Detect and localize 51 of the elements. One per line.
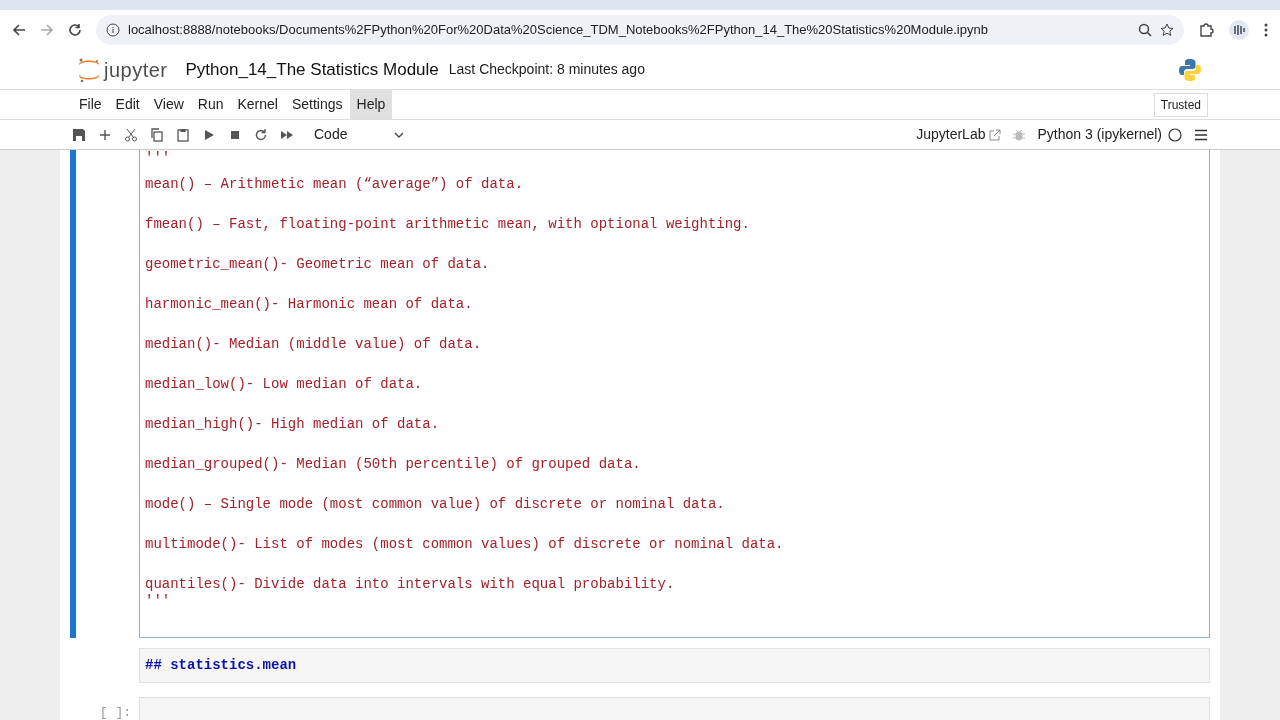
save-button[interactable] — [72, 127, 86, 142]
markdown-heading: ## statistics.mean — [139, 648, 1210, 683]
menu-item[interactable]: Run — [190, 90, 231, 119]
bug-icon — [1013, 128, 1026, 141]
add-button[interactable] — [98, 127, 112, 142]
menu-item[interactable]: View — [146, 90, 191, 119]
code-line: mode() – Single mode (most common value) of discrete or nominal data. — [145, 496, 726, 512]
puzzle-icon[interactable] — [1198, 22, 1214, 38]
run-button[interactable] — [202, 127, 216, 142]
cell-prompt: [ ]: — [99, 705, 131, 720]
menu-item[interactable]: Edit — [108, 90, 147, 119]
cell-type-dropdown[interactable]: Code — [314, 124, 404, 145]
menu-icon[interactable] — [1194, 128, 1208, 141]
kernel-status-icon — [1168, 127, 1182, 142]
menu-item[interactable]: File — [72, 90, 109, 119]
code-line: geometric_mean()- Geometric mean of data. — [145, 256, 491, 272]
more-icon[interactable] — [1264, 22, 1268, 38]
checkpoint-status: Last Checkpoint: 8 minutes ago — [448, 60, 645, 79]
reload-icon[interactable] — [68, 23, 82, 37]
code-line: median_high()- High median of data. — [145, 416, 441, 432]
code-line: median_grouped()- Median (50th percentile) of grouped data. — [145, 456, 642, 472]
code-line: median_low()- Low median of data. — [145, 376, 424, 392]
menu-item[interactable]: Settings — [284, 90, 350, 119]
paste-button[interactable] — [176, 127, 190, 142]
trusted-indicator[interactable]: Trusted — [1153, 92, 1208, 117]
caret-icon — [394, 131, 404, 138]
restart-button[interactable] — [254, 127, 268, 142]
notebook-title[interactable]: Python_14_The Statistics Module — [185, 56, 439, 83]
info-icon — [106, 23, 120, 37]
cut-button[interactable] — [124, 127, 138, 142]
code-line: ''' — [145, 593, 172, 609]
menu-item[interactable]: Kernel — [230, 90, 285, 119]
code-line: quantiles()- Divide data into intervals with equal probability. — [145, 576, 676, 592]
star-icon[interactable] — [1160, 23, 1174, 37]
profile-icon[interactable] — [1228, 19, 1250, 41]
jupyter-logo-icon — [78, 56, 100, 83]
code-line: mean() – Arithmetic mean (“average”) of data. — [145, 176, 525, 192]
jupyterlab-link[interactable]: JupyterLab — [916, 124, 986, 145]
copy-button[interactable] — [150, 127, 164, 142]
menu-item[interactable]: Help — [349, 90, 393, 119]
code-line: median()- Median (middle value) of data. — [145, 336, 483, 352]
external-link-icon — [989, 128, 1002, 141]
back-icon[interactable] — [12, 23, 26, 37]
code-line: ''' — [145, 150, 172, 166]
logo-text: jupyter — [104, 57, 168, 83]
code-line: multimode()- List of modes (most common values) of discrete or nominal data. — [145, 536, 785, 552]
code-line: harmonic_mean()- Harmonic mean of data. — [145, 296, 474, 312]
kernel-name[interactable]: Python 3 (ipykernel) — [1037, 124, 1162, 145]
zoom-icon[interactable] — [1138, 23, 1152, 37]
code-line: fmean() – Fast, floating-point arithmetic mean, with optional weighting. — [145, 216, 751, 232]
python-logo-icon — [1178, 57, 1202, 82]
